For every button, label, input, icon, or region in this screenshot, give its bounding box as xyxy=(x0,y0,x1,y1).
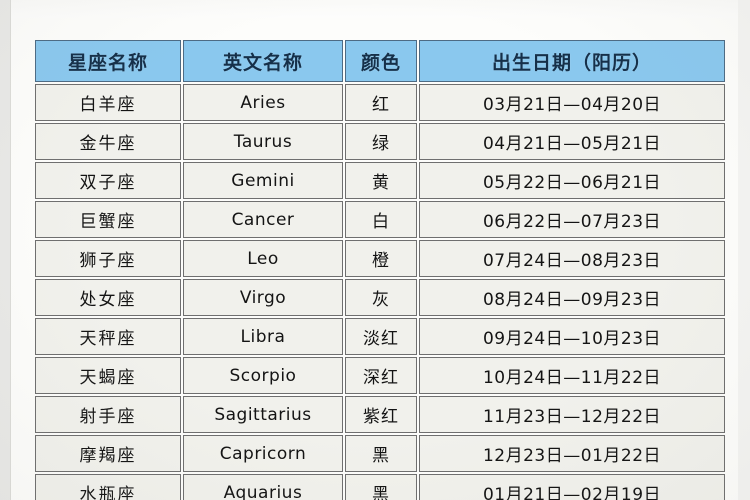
table-row: 白羊座 Aries 红 03月21日—04月20日 xyxy=(35,84,725,121)
column-header-birth-date: 出生日期（阳历） xyxy=(419,40,725,82)
cell-english-name: Aries xyxy=(183,84,343,121)
cell-color: 黑 xyxy=(345,474,417,500)
cell-zodiac-name: 白羊座 xyxy=(35,84,181,121)
cell-english-name: Gemini xyxy=(183,162,343,199)
cell-color: 淡红 xyxy=(345,318,417,355)
cell-english-name: Cancer xyxy=(183,201,343,238)
cell-zodiac-name: 摩羯座 xyxy=(35,435,181,472)
table-row: 摩羯座 Capricorn 黑 12月23日—01月22日 xyxy=(35,435,725,472)
table-row: 天蝎座 Scorpio 深红 10月24日—11月22日 xyxy=(35,357,725,394)
cell-birth-date: 01月21日—02月19日 xyxy=(419,474,725,500)
cell-birth-date: 08月24日—09月23日 xyxy=(419,279,725,316)
cell-zodiac-name: 水瓶座 xyxy=(35,474,181,500)
cell-birth-date: 10月24日—11月22日 xyxy=(419,357,725,394)
cell-birth-date: 07月24日—08月23日 xyxy=(419,240,725,277)
column-header-color: 颜色 xyxy=(345,40,417,82)
cell-color: 白 xyxy=(345,201,417,238)
cell-zodiac-name: 狮子座 xyxy=(35,240,181,277)
cell-birth-date: 04月21日—05月21日 xyxy=(419,123,725,160)
cell-english-name: Aquarius xyxy=(183,474,343,500)
table-row: 金牛座 Taurus 绿 04月21日—05月21日 xyxy=(35,123,725,160)
column-header-english-name: 英文名称 xyxy=(183,40,343,82)
table-container: 星座名称 英文名称 颜色 出生日期（阳历） 白羊座 Aries 红 03月21日—04… xyxy=(33,38,725,500)
cell-english-name: Taurus xyxy=(183,123,343,160)
cell-color: 橙 xyxy=(345,240,417,277)
cell-birth-date: 03月21日—04月20日 xyxy=(419,84,725,121)
cell-zodiac-name: 天秤座 xyxy=(35,318,181,355)
cell-birth-date: 06月22日—07月23日 xyxy=(419,201,725,238)
cell-color: 黑 xyxy=(345,435,417,472)
cell-color: 深红 xyxy=(345,357,417,394)
page-gutter-right xyxy=(738,0,750,500)
table-row: 处女座 Virgo 灰 08月24日—09月23日 xyxy=(35,279,725,316)
table-row: 双子座 Gemini 黄 05月22日—06月21日 xyxy=(35,162,725,199)
table-row: 狮子座 Leo 橙 07月24日—08月23日 xyxy=(35,240,725,277)
cell-color: 绿 xyxy=(345,123,417,160)
cell-zodiac-name: 双子座 xyxy=(35,162,181,199)
table-row: 巨蟹座 Cancer 白 06月22日—07月23日 xyxy=(35,201,725,238)
cell-english-name: Scorpio xyxy=(183,357,343,394)
cell-birth-date: 11月23日—12月22日 xyxy=(419,396,725,433)
cell-zodiac-name: 射手座 xyxy=(35,396,181,433)
page-gutter-left xyxy=(0,0,11,500)
cell-zodiac-name: 金牛座 xyxy=(35,123,181,160)
cell-english-name: Capricorn xyxy=(183,435,343,472)
cell-zodiac-name: 处女座 xyxy=(35,279,181,316)
table-row: 天秤座 Libra 淡红 09月24日—10月23日 xyxy=(35,318,725,355)
scan-artifact-strip: · · · · · · · · · · · xyxy=(0,0,750,18)
table-header: 星座名称 英文名称 颜色 出生日期（阳历） xyxy=(35,40,725,82)
cell-color: 紫红 xyxy=(345,396,417,433)
cell-english-name: Virgo xyxy=(183,279,343,316)
cell-birth-date: 12月23日—01月22日 xyxy=(419,435,725,472)
page-root: · · · · · · · · · · · 星座名称 英文名称 颜色 出生日期（… xyxy=(0,0,750,500)
cell-zodiac-name: 巨蟹座 xyxy=(35,201,181,238)
column-header-zodiac-name: 星座名称 xyxy=(35,40,181,82)
table-row: 水瓶座 Aquarius 黑 01月21日—02月19日 xyxy=(35,474,725,500)
table-header-row: 星座名称 英文名称 颜色 出生日期（阳历） xyxy=(35,40,725,82)
ghost-text: · · · · · · · · · · · xyxy=(300,0,597,8)
cell-color: 灰 xyxy=(345,279,417,316)
cell-birth-date: 09月24日—10月23日 xyxy=(419,318,725,355)
cell-birth-date: 05月22日—06月21日 xyxy=(419,162,725,199)
cell-english-name: Libra xyxy=(183,318,343,355)
cell-zodiac-name: 天蝎座 xyxy=(35,357,181,394)
cell-english-name: Leo xyxy=(183,240,343,277)
cell-color: 黄 xyxy=(345,162,417,199)
table-body: 白羊座 Aries 红 03月21日—04月20日 金牛座 Taurus 绿 04月21日—0… xyxy=(35,84,725,500)
table-row: 射手座 Sagittarius 紫红 11月23日—12月22日 xyxy=(35,396,725,433)
zodiac-table: 星座名称 英文名称 颜色 出生日期（阳历） 白羊座 Aries 红 03月21日—04… xyxy=(33,38,727,500)
cell-color: 红 xyxy=(345,84,417,121)
cell-english-name: Sagittarius xyxy=(183,396,343,433)
